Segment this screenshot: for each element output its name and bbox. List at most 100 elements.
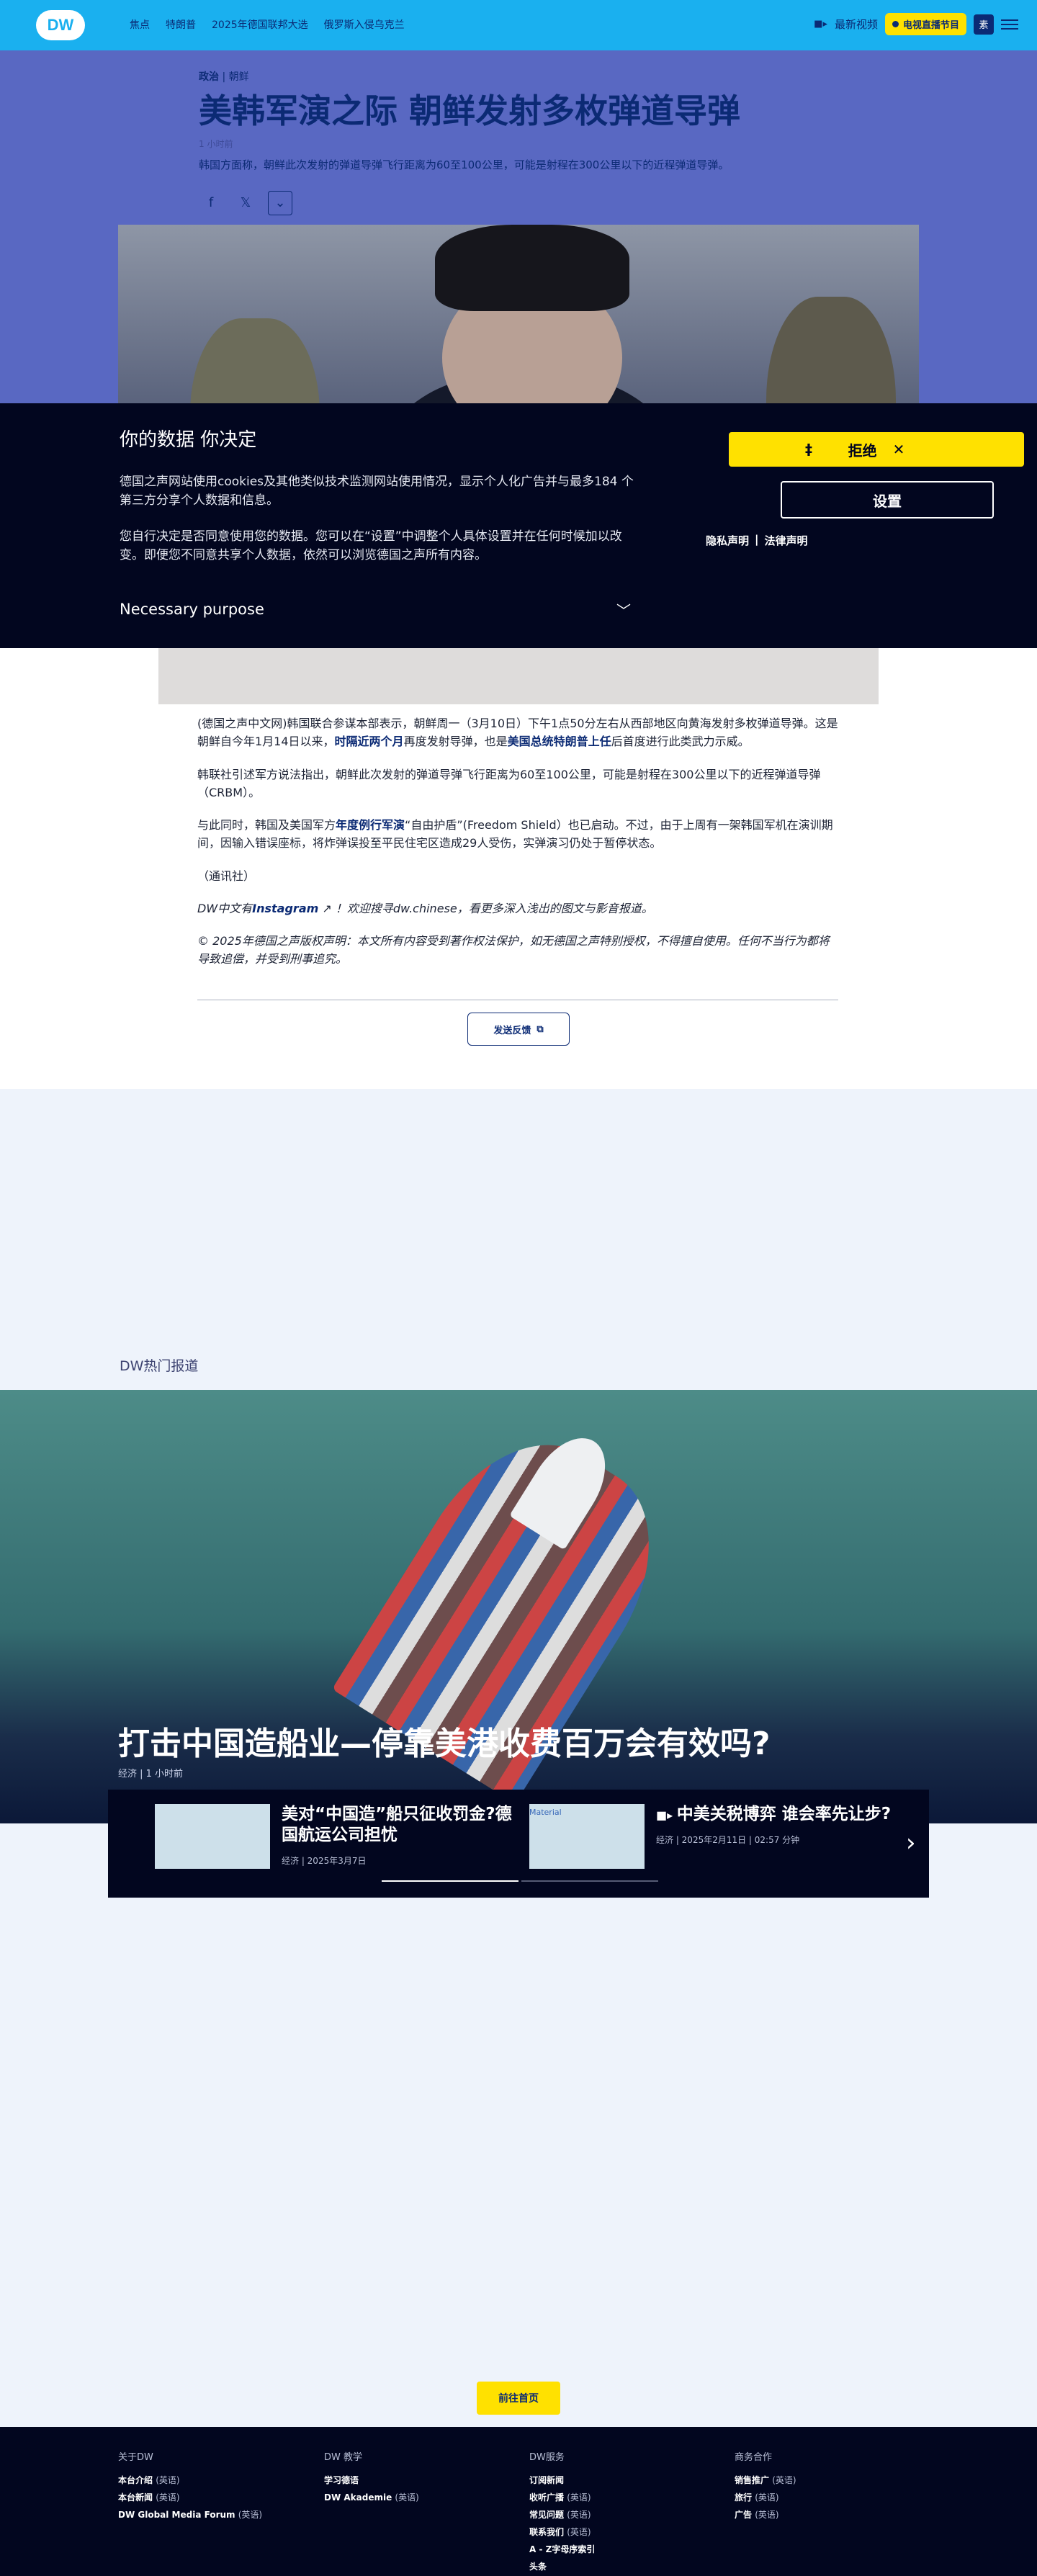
kicker-topic[interactable]: 政治 xyxy=(199,71,219,83)
footer-link[interactable]: 本台介绍 (英语) xyxy=(118,2472,262,2489)
thumb-alt-text: Material xyxy=(529,1808,562,1817)
article-title: 美韩军演之际 朝鲜发射多枚弹道导弹 xyxy=(199,91,741,130)
legal-link[interactable]: 法律声明 xyxy=(765,533,808,548)
nav-link-trump[interactable]: 特朗普 xyxy=(166,17,196,32)
text-run: 再度发射导弹，也是 xyxy=(403,735,508,749)
latest-video-link[interactable]: 最新视频 xyxy=(835,17,878,32)
footer-col-about: 关于DW 本台介绍 (英语) 本台新闻 (英语) DW Global Media… xyxy=(118,2449,262,2523)
external-link-icon: ↗ xyxy=(318,901,336,915)
consent-text-1: 德国之声网站使用cookies及其他类似技术监测网站使用情况，显示个人化广告并与… xyxy=(120,475,634,508)
consent-text-2: 您自行决定是否同意使用您的数据。您可以在“设置”中调整个人具体设置并在任何时候加… xyxy=(120,529,622,563)
article-header: 政治 | 朝鲜 美韩军演之际 朝鲜发射多枚弹道导弹 1 小时前 韩国方面称，朝鲜… xyxy=(199,69,847,215)
instagram-link[interactable]: Instagram xyxy=(252,902,318,915)
feedback-label: 发送反馈 xyxy=(493,1025,531,1036)
go-home-button[interactable]: 前往首页 xyxy=(477,2382,560,2415)
footer-link[interactable]: 常见问题 (英语) xyxy=(529,2506,595,2523)
footer-link[interactable]: 旅行 (英语) xyxy=(735,2489,796,2506)
footer: 关于DW 本台介绍 (英语) 本台新闻 (英语) DW Global Media… xyxy=(0,2427,1037,2576)
footer-link[interactable]: 订阅新闻 xyxy=(529,2472,595,2489)
share-bar: f 𝕏 ⌄ xyxy=(199,190,847,215)
article-body: (德国之声中文网)韩国联合参谋本部表示，朝鲜周一（3月10日）下午1点50分左右… xyxy=(197,714,838,983)
teaser-title-text: 中美关税博弈 谁会率先让步? xyxy=(676,1805,892,1823)
text-run: DW中文有 xyxy=(197,901,253,915)
teaser-card[interactable]: 美对“中国造”船只征收罚金?德国航运公司担忧 经济 | 2025年3月7日 xyxy=(155,1804,519,1869)
nav-links: 焦点 特朗普 2025年德国联邦大选 俄罗斯入侵乌克兰 xyxy=(130,17,405,32)
footer-heading: 关于DW xyxy=(118,2452,153,2463)
privacy-link[interactable]: 隐私声明 xyxy=(706,533,749,548)
paragraph-3: 与此同时，韩国及美国军方年度例行军演“自由护盾”(Freedom Shield）… xyxy=(197,816,838,853)
footer-link[interactable]: A - Z字母序索引 xyxy=(529,2541,595,2558)
link-trump-inauguration[interactable]: 美国总统特朗普上任 xyxy=(508,735,611,748)
footer-link[interactable]: 头条 xyxy=(529,2558,595,2575)
legal-links: 隐私声明 | 法律声明 xyxy=(706,533,808,548)
footer-link[interactable]: 销售推广 (英语) xyxy=(735,2472,796,2489)
footer-link[interactable]: 学习德语 xyxy=(324,2472,419,2489)
chevron-down-icon[interactable]: ⌄ xyxy=(268,190,292,215)
dw-logo[interactable]: DW xyxy=(36,10,85,40)
paragraph-instagram: DW中文有Instagram ↗ ！欢迎搜寻dw.chinese，看更多深入浅出… xyxy=(197,899,838,917)
feedback-button[interactable]: 发送反馈 ⧉ xyxy=(467,1013,570,1046)
image-caption-area xyxy=(158,648,879,704)
footer-col-learn: DW 教学 学习德语 DW Akademie (英语) xyxy=(324,2449,419,2506)
paragraph-2: 韩联社引述军方说法指出，朝鲜此次发射的弹道导弹飞行距离为60至100公里，可能是… xyxy=(197,767,821,799)
chevron-right-icon[interactable]: › xyxy=(906,1828,916,1857)
chevron-down-icon[interactable]: ﹀ xyxy=(616,599,631,620)
trending-label: DW热门报道 xyxy=(120,1358,199,1374)
x-icon[interactable]: 𝕏 xyxy=(233,191,258,215)
live-tv-button[interactable]: 电视直播节目 xyxy=(884,13,966,35)
nav-link-election[interactable]: 2025年德国联邦大选 xyxy=(212,17,308,32)
close-icon: ✕ xyxy=(892,441,905,458)
footer-link[interactable]: DW Global Media Forum (英语) xyxy=(118,2506,262,2523)
article-body-section: (德国之声中文网)韩国联合参谋本部表示，朝鲜周一（3月10日）下午1点50分左右… xyxy=(0,648,1037,1089)
facebook-icon[interactable]: f xyxy=(199,191,223,215)
footer-link[interactable]: DW Akademie (英语) xyxy=(324,2489,419,2506)
teaser-meta: 经济 | 2025年2月11日 | 02:57 分钟 xyxy=(656,1834,800,1845)
kicker-region[interactable]: 朝鲜 xyxy=(229,71,249,83)
top-nav: DW 焦点 特朗普 2025年德国联邦大选 俄罗斯入侵乌克兰 ■▸ 最新视频 电… xyxy=(0,0,1037,50)
article-kicker: 政治 | 朝鲜 xyxy=(199,69,847,84)
footer-col-service: DW服务 订阅新闻 收听广播 (英语) 常见问题 (英语) 联系我们 (英语) … xyxy=(529,2449,595,2575)
reject-button[interactable]: ‡ 拒绝 ✕ xyxy=(729,432,1024,467)
teaser-title: ■▸ 中美关税博弈 谁会率先让步? xyxy=(656,1804,894,1825)
live-tv-label: 电视直播节目 xyxy=(902,20,959,31)
teaser-thumb: Material xyxy=(529,1804,645,1869)
footer-link[interactable]: 联系我们 (英语) xyxy=(529,2523,595,2541)
nav-link-focus[interactable]: 焦点 xyxy=(130,17,150,32)
link-annual-drill[interactable]: 年度例行军演 xyxy=(336,818,405,832)
search-button[interactable]: 素 xyxy=(974,14,994,35)
teaser-title: 美对“中国造”船只征收罚金?德国航运公司担忧 xyxy=(282,1805,512,1844)
nav-right: ■▸ 最新视频 电视直播节目 素 xyxy=(814,13,1018,35)
feature-title[interactable]: 打击中国造船业—停靠美港收费百万会有效吗? xyxy=(118,1718,771,1764)
footer-link[interactable]: 广告 (英语) xyxy=(735,2506,796,2523)
footer-col-business: 商务合作 销售推广 (英语) 旅行 (英语) 广告 (英语) xyxy=(735,2449,796,2523)
video-camera-icon: ■▸ xyxy=(656,1808,677,1822)
consent-title: 你的数据 你决定 xyxy=(120,429,257,451)
footer-heading: DW 教学 xyxy=(324,2452,362,2463)
footer-link[interactable]: 本台新闻 (英语) xyxy=(118,2489,262,2506)
text-run: 与此同时，韩国及美国军方 xyxy=(197,818,336,833)
paragraph-4: （通讯社） xyxy=(197,869,256,883)
paragraph-1: (德国之声中文网)韩国联合参谋本部表示，朝鲜周一（3月10日）下午1点50分左右… xyxy=(197,714,838,751)
article-lead: 韩国方面称，朝鲜此次发射的弹道导弹飞行距离为60至100公里，可能是射程在300… xyxy=(199,158,730,171)
kicker-sep: | xyxy=(222,71,226,83)
text-run: 后首度进行此类武力示威。 xyxy=(611,735,750,749)
live-dot-icon xyxy=(892,21,899,27)
copyright-notice: © 2025年德国之声版权声明：本文所有内容受到著作权法保护，如无德国之声特别授… xyxy=(197,934,830,966)
nav-link-ukraine[interactable]: 俄罗斯入侵乌克兰 xyxy=(324,17,405,32)
necessary-purpose-toggle[interactable]: Necessary purpose xyxy=(120,601,264,618)
footer-heading: DW服务 xyxy=(529,2452,565,2463)
teaser-meta: 经济 | 2025年3月7日 xyxy=(282,1855,367,1866)
teaser-carousel: 美对“中国造”船只征收罚金?德国航运公司担忧 经济 | 2025年3月7日 Ma… xyxy=(108,1790,929,1898)
footer-link[interactable]: 收听广播 (英语) xyxy=(529,2489,595,2506)
settings-button[interactable]: 设置 xyxy=(781,481,994,519)
menu-icon[interactable] xyxy=(1001,19,1018,30)
article-time: 1 小时前 xyxy=(199,138,233,149)
legal-sep: | xyxy=(755,533,759,546)
carousel-progress xyxy=(521,1880,658,1882)
feature-meta: 经济 | 1 小时前 xyxy=(118,1769,184,1780)
cookie-consent-banner: 你的数据 你决定 德国之声网站使用cookies及其他类似技术监测网站使用情况，… xyxy=(0,403,1037,648)
text-run: ！欢迎搜寻dw.chinese，看更多深入浅出的图文与影音报道。 xyxy=(335,901,653,915)
reject-label: 拒绝 xyxy=(848,441,877,459)
teaser-card[interactable]: Material ■▸ 中美关税博弈 谁会率先让步? 经济 | 2025年2月1… xyxy=(529,1804,894,1869)
link-two-months[interactable]: 时隔近两个月 xyxy=(335,735,404,748)
